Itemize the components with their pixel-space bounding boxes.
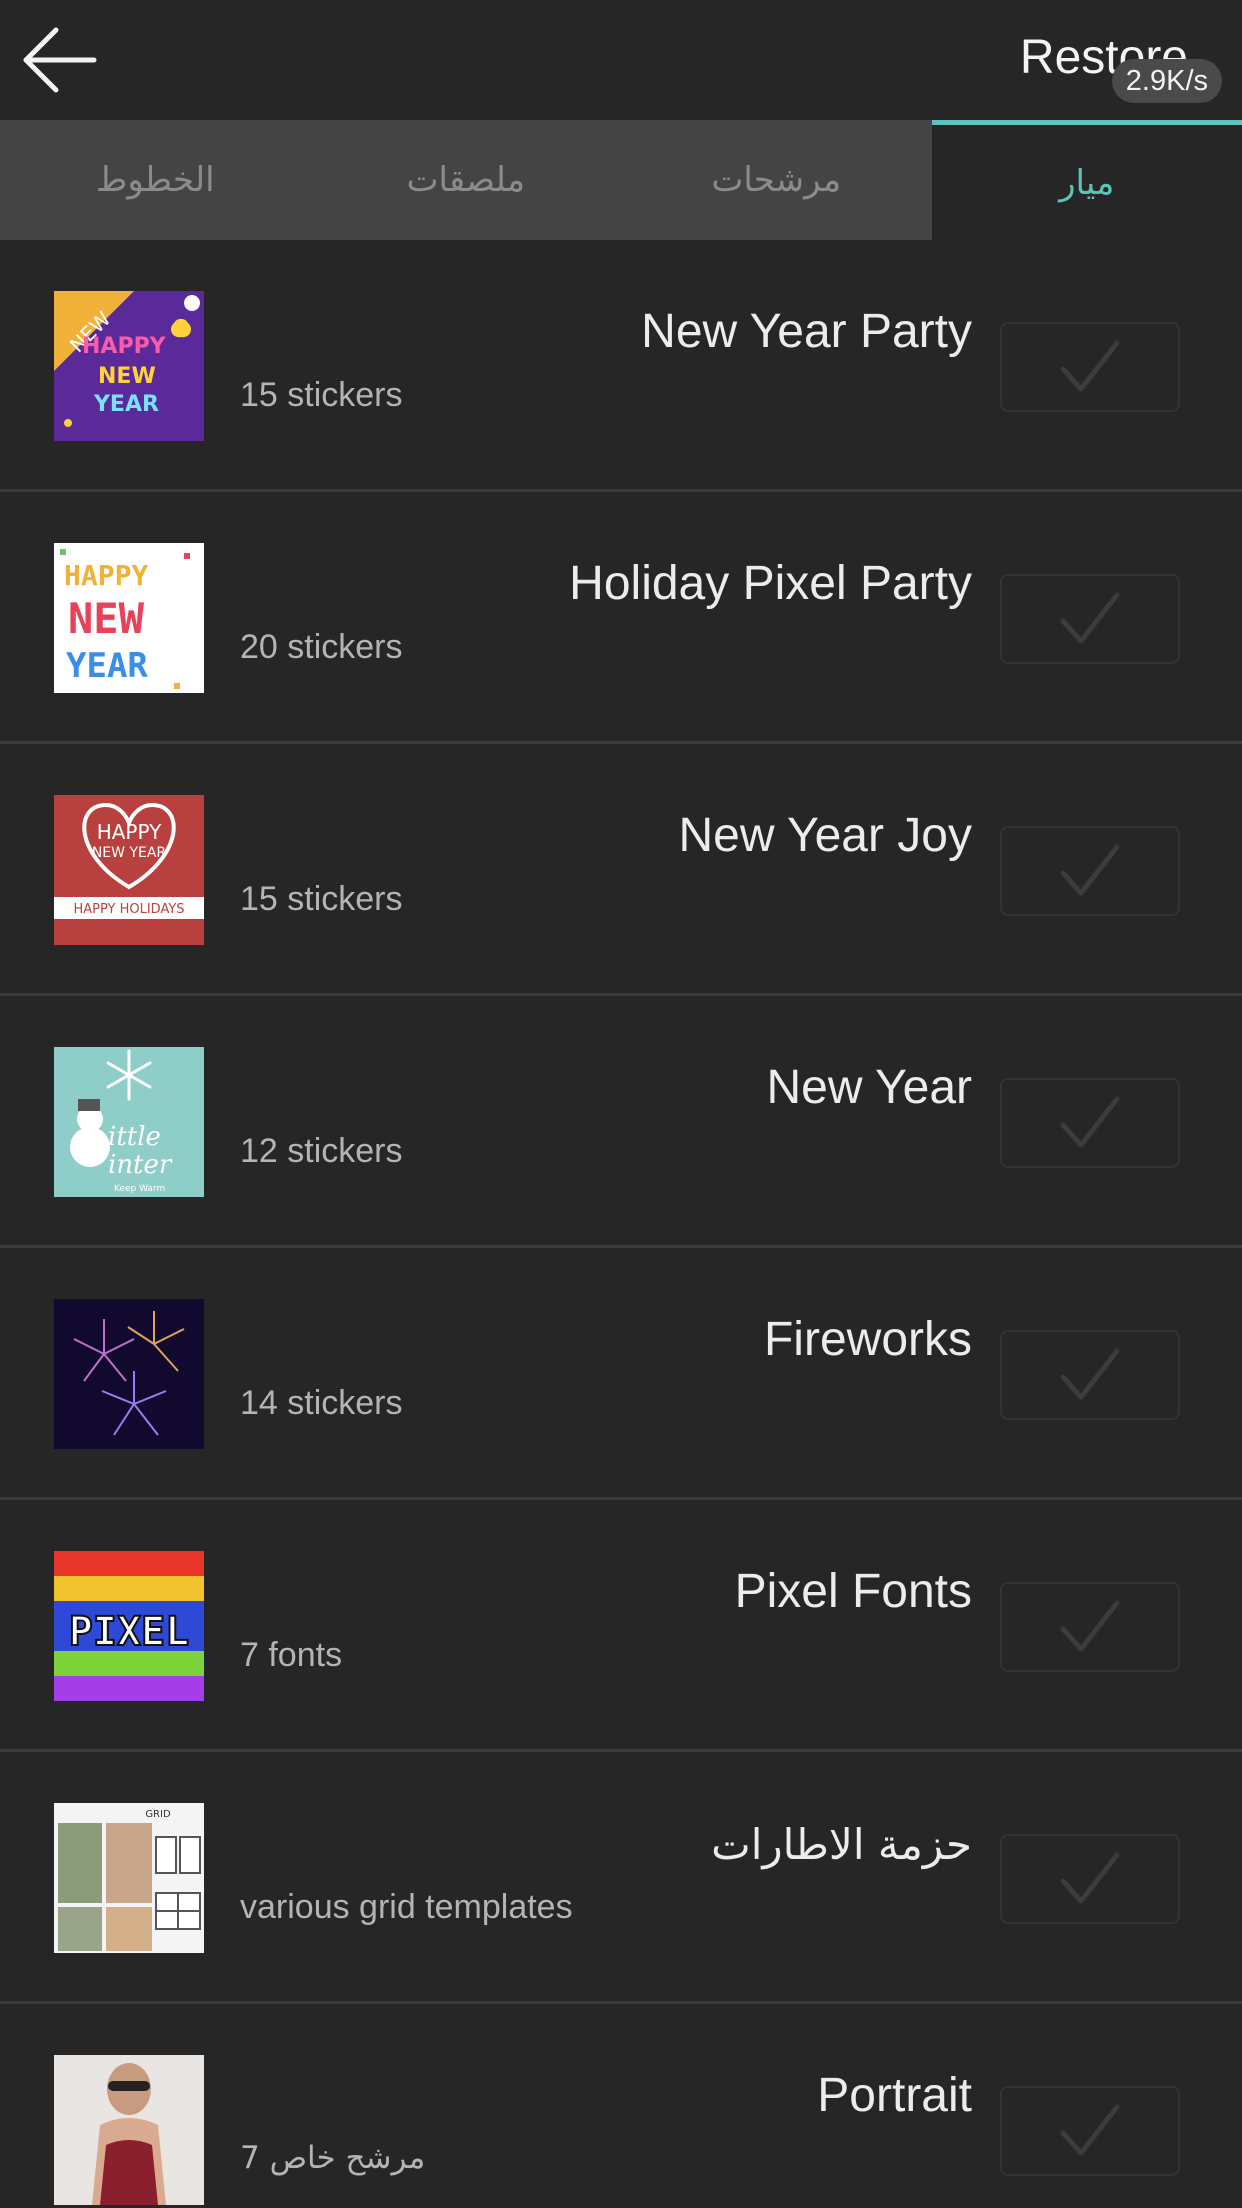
list-item[interactable]: HAPPY NEW YEAR Holiday Pixel Party 20 st… [0, 492, 1242, 744]
thumb-text-happy-holidays: HAPPY HOLIDAYS [73, 902, 184, 917]
thumb-text-winter: inter [108, 1150, 173, 1180]
select-checkbox[interactable] [1000, 2086, 1180, 2176]
pack-subtitle: 14 stickers [240, 1384, 403, 1422]
thumb-text-new: NEW [68, 594, 145, 643]
pack-title: Fireworks [763, 1313, 972, 1366]
tab-stickers[interactable]: ملصقات [310, 120, 621, 240]
select-checkbox[interactable] [1000, 1078, 1180, 1168]
category-tabs: الخطوط ملصقات مرشحات ميار [0, 120, 1242, 240]
thumb-text-grid: GRID [145, 1809, 171, 1820]
checkmark-icon [1060, 1348, 1120, 1400]
pixel-fonts-thumbnail: PIXEL [54, 1551, 204, 1701]
thumb-text-keep-warm: Keep Warm [114, 1184, 165, 1194]
tab-fonts[interactable]: الخطوط [0, 120, 311, 240]
new-year-joy-thumbnail: HAPPY NEW YEAR HAPPY HOLIDAYS [54, 795, 204, 945]
pack-subtitle: 12 stickers [240, 1132, 403, 1170]
pack-subtitle: various grid templates [240, 1888, 573, 1926]
checkmark-icon [1060, 844, 1120, 896]
pack-title: Pixel Fonts [734, 1565, 972, 1618]
back-arrow-icon [23, 27, 97, 93]
portrait-thumbnail [54, 2055, 204, 2205]
select-checkbox[interactable] [1000, 826, 1180, 916]
pack-subtitle: 7 fonts [240, 1636, 343, 1674]
thumb-text-new-2: NEW [98, 364, 156, 389]
pack-title: Holiday Pixel Party [569, 557, 972, 610]
list-item[interactable]: Fireworks 14 stickers [0, 1248, 1242, 1500]
list-item[interactable]: NEW HAPPY NEW YEAR New Year Party 15 sti… [0, 240, 1242, 492]
pack-list: NEW HAPPY NEW YEAR New Year Party 15 sti… [0, 240, 1242, 2208]
checkmark-icon [1060, 1600, 1120, 1652]
thumb-text-year: YEAR [93, 392, 159, 417]
list-item[interactable]: PIXEL Pixel Fonts 7 fonts [0, 1500, 1242, 1752]
thumb-text-pixel: PIXEL [69, 1609, 189, 1655]
pack-subtitle: 15 stickers [240, 880, 403, 918]
checkmark-icon [1060, 1852, 1120, 1904]
tab-features[interactable]: ميار [931, 120, 1242, 240]
pack-subtitle: 7 مرشح خاص [240, 2140, 426, 2176]
network-speed-badge: 2.9K/s [1111, 59, 1222, 103]
list-item[interactable]: GRID حزمة الاطارات various grid template… [0, 1752, 1242, 2004]
pack-subtitle: 15 stickers [240, 376, 403, 414]
thumb-text-happy: HAPPY [64, 559, 148, 592]
pack-title: New Year Joy [678, 809, 972, 862]
pack-title: حزمة الاطارات [711, 1820, 972, 1869]
select-checkbox[interactable] [1000, 1834, 1180, 1924]
thumb-text-new-year: NEW YEAR [92, 845, 167, 861]
checkmark-icon [1060, 2104, 1120, 2156]
pack-title: New Year [766, 1061, 972, 1114]
pack-title: New Year Party [641, 305, 972, 358]
list-item[interactable]: HAPPY NEW YEAR HAPPY HOLIDAYS New Year J… [0, 744, 1242, 996]
thumb-text-year: YEAR [66, 646, 148, 686]
pack-title: Portrait [817, 2069, 972, 2122]
thumb-text-happy: HAPPY [97, 820, 162, 844]
checkmark-icon [1060, 340, 1120, 392]
thumb-text-little: ittle [108, 1122, 161, 1152]
select-checkbox[interactable] [1000, 322, 1180, 412]
fireworks-thumbnail [54, 1299, 204, 1449]
little-winter-thumbnail: ittle inter Keep Warm [54, 1047, 204, 1197]
list-item[interactable]: ittle inter Keep Warm New Year 12 sticke… [0, 996, 1242, 1248]
back-button[interactable] [20, 22, 100, 98]
top-bar: Restore 2.9K/s [0, 0, 1242, 120]
list-item[interactable]: Portrait 7 مرشح خاص [0, 2004, 1242, 2208]
pack-subtitle: 20 stickers [240, 628, 403, 666]
checkmark-icon [1060, 592, 1120, 644]
thumb-text-happy: HAPPY [82, 334, 167, 359]
tab-filters[interactable]: مرشحات [621, 120, 932, 240]
select-checkbox[interactable] [1000, 1330, 1180, 1420]
select-checkbox[interactable] [1000, 1582, 1180, 1672]
grid-templates-thumbnail: GRID [54, 1803, 204, 1953]
new-year-party-thumbnail: NEW HAPPY NEW YEAR [54, 291, 204, 441]
select-checkbox[interactable] [1000, 574, 1180, 664]
holiday-pixel-party-thumbnail: HAPPY NEW YEAR [54, 543, 204, 693]
checkmark-icon [1060, 1096, 1120, 1148]
